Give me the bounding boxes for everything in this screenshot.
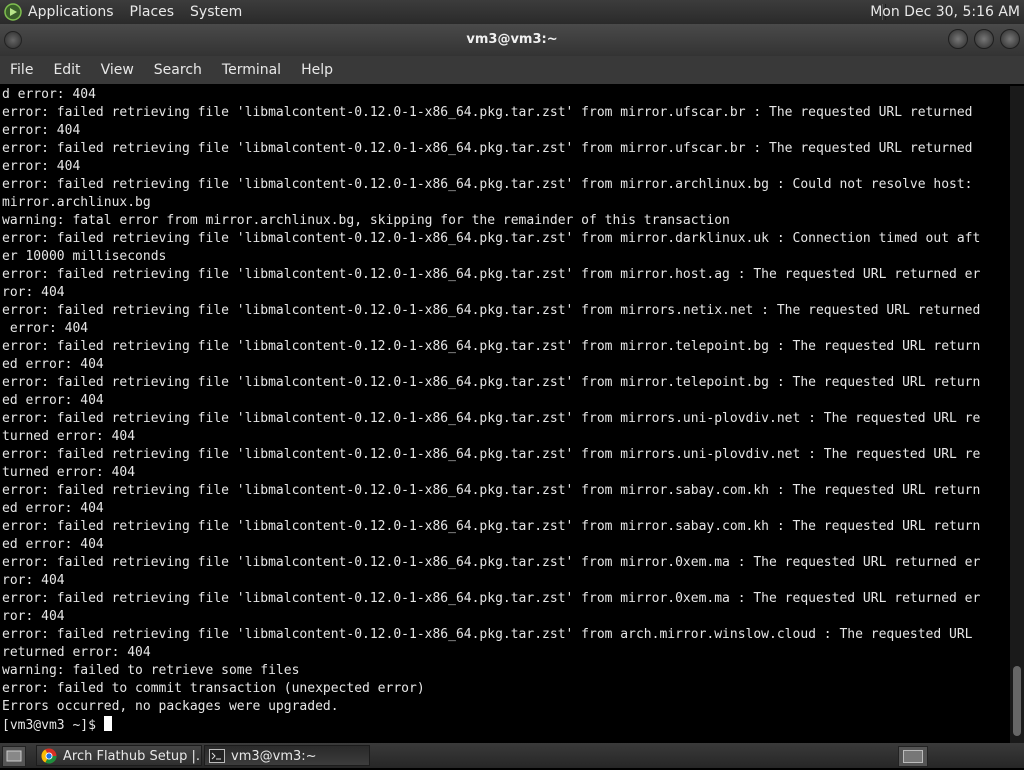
terminal-line: ed error: 404 [2,393,104,408]
window-controls [948,29,1020,49]
workspace-icon [903,750,923,763]
window-menubar: File Edit View Search Terminal Help [0,56,1024,84]
terminal-line: error: 404 [2,321,89,336]
minimize-icon[interactable] [948,29,968,49]
terminal-line: error: failed retrieving file 'libmalcon… [2,267,981,282]
terminal-line: error: failed retrieving file 'libmalcon… [2,627,973,642]
terminal-line: d error: 404 [2,87,96,102]
terminal-line: turned error: 404 [2,465,136,480]
terminal-line: error: failed retrieving file 'libmalcon… [2,105,973,120]
terminal-line: turned error: 404 [2,429,136,444]
menu-terminal[interactable]: Terminal [212,56,291,84]
bottom-taskbar: Arch Flathub Setup |... vm3@vm3:~ [0,743,1024,768]
terminal-line: ror: 404 [2,609,65,624]
terminal-line: ed error: 404 [2,501,104,516]
system-menu[interactable]: System [182,0,250,24]
panel-clock[interactable]: Mon Dec 30, 5:16 AM [870,0,1020,24]
terminal-line: error: 404 [2,123,81,138]
terminal-cursor [103,716,112,731]
terminal-line: ror: 404 [2,285,65,300]
terminal-line: error: failed retrieving file 'libmalcon… [2,555,981,570]
window-menu-icon[interactable] [4,31,22,49]
terminal-line: error: failed retrieving file 'libmalcon… [2,339,981,354]
terminal-line: error: 404 [2,159,81,174]
terminal-line: ror: 404 [2,573,65,588]
chrome-icon [41,748,57,764]
window-title: vm3@vm3:~ [466,32,558,47]
terminal-line: error: failed retrieving file 'libmalcon… [2,519,981,534]
terminal-line: error: failed retrieving file 'libmalcon… [2,375,981,390]
terminal-line: returned error: 404 [2,645,151,660]
panel-menus: Applications Places System [0,0,250,24]
terminal-line: error: failed retrieving file 'libmalcon… [2,303,981,318]
terminal-line: er 10000 milliseconds [2,249,167,264]
close-icon[interactable] [1000,29,1020,49]
places-menu[interactable]: Places [122,0,183,24]
terminal-scrollbar[interactable] [1010,86,1024,743]
menu-search[interactable]: Search [144,56,212,84]
terminal-output[interactable]: d error: 404 error: failed retrieving fil… [0,86,1012,743]
terminal-line: error: failed retrieving file 'libmalcon… [2,591,981,606]
desktop-icon [6,750,22,762]
taskbar-item-terminal[interactable]: vm3@vm3:~ [204,745,370,766]
terminal-window: vm3@vm3:~ File Edit View Search Terminal… [0,24,1024,743]
terminal-line: error: failed retrieving file 'libmalcon… [2,447,981,462]
applications-menu[interactable]: Applications [0,0,122,24]
taskbar-item-label: vm3@vm3:~ [231,749,317,764]
terminal-line: ed error: 404 [2,357,104,372]
distro-logo-icon [4,3,22,21]
terminal-line: error: failed retrieving file 'libmalcon… [2,141,973,156]
terminal-line: mirror.archlinux.bg [2,195,151,210]
terminal-icon [209,749,225,763]
window-titlebar[interactable]: vm3@vm3:~ [0,24,1024,56]
terminal-line: error: failed retrieving file 'libmalcon… [2,177,973,192]
terminal-line: error: failed retrieving file 'libmalcon… [2,231,981,246]
menu-help[interactable]: Help [291,56,343,84]
taskbar-item-browser[interactable]: Arch Flathub Setup |... [36,745,202,766]
terminal-line: error: failed retrieving file 'libmalcon… [2,483,981,498]
terminal-line: error: failed retrieving file 'libmalcon… [2,411,981,426]
show-desktop-button[interactable] [2,746,26,767]
terminal-line: ed error: 404 [2,537,104,552]
scrollbar-thumb[interactable] [1013,666,1021,736]
top-panel: Applications Places System Mon Dec 30, 5… [0,0,1024,24]
terminal-line: Errors occurred, no packages were upgrad… [2,699,339,714]
menu-edit[interactable]: Edit [43,56,90,84]
menu-file[interactable]: File [0,56,43,84]
terminal-prompt-line: [vm3@vm3 ~]$ [2,716,1012,734]
maximize-icon[interactable] [974,29,994,49]
menu-view[interactable]: View [91,56,144,84]
taskbar-item-label: Arch Flathub Setup |... [63,749,202,764]
terminal-line: warning: fatal error from mirror.archlin… [2,213,730,228]
terminal-line: error: failed to commit transaction (une… [2,681,425,696]
terminal-line: warning: failed to retrieve some files [2,663,300,678]
applications-label: Applications [28,4,114,20]
workspace-switcher[interactable] [898,746,928,767]
terminal-prompt: [vm3@vm3 ~]$ [2,718,104,733]
